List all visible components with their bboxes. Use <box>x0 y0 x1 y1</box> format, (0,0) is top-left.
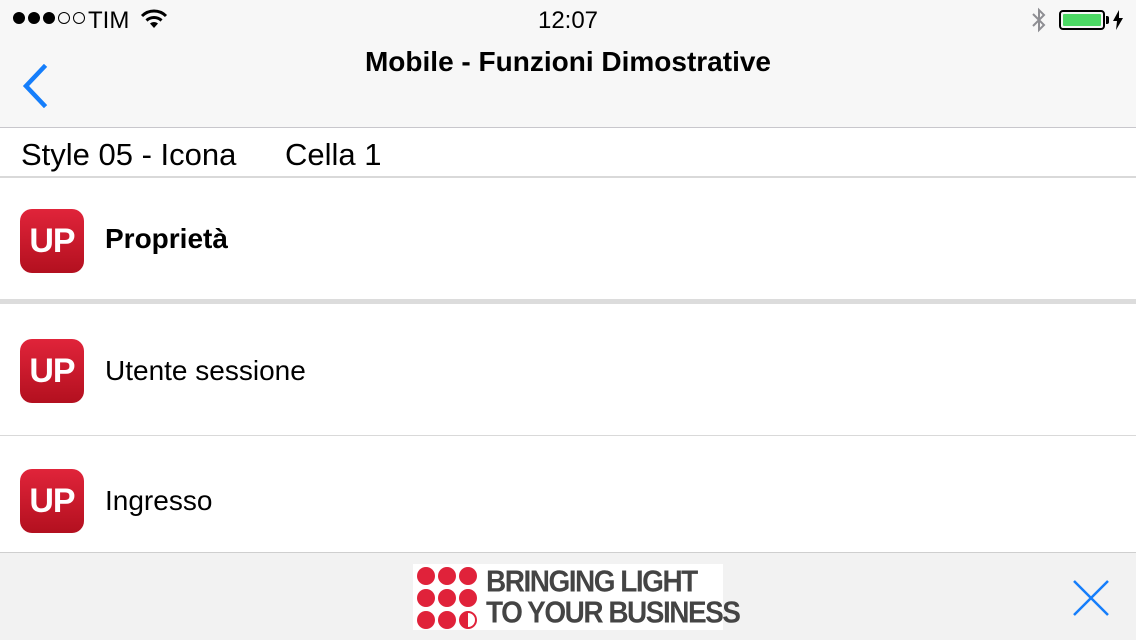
battery-tip <box>1106 16 1109 24</box>
section-header: Style 05 - Icona Cella 1 <box>0 128 1136 178</box>
close-x-icon <box>1073 580 1109 616</box>
ad-text-line-2: TO YOUR BUSINESS <box>486 595 741 630</box>
ad-text-line-1: BRINGING LIGHT <box>486 564 698 599</box>
clock: 12:07 <box>537 7 599 34</box>
list-item-label: Ingresso <box>105 485 213 516</box>
charging-bolt-icon <box>1112 10 1124 35</box>
list-item-label: Utente sessione <box>105 355 306 386</box>
section-subtitle: Cella 1 <box>285 137 382 172</box>
list-item-ingresso[interactable]: UP Ingresso <box>0 436 1136 552</box>
battery-icon <box>1059 10 1105 30</box>
ad-logo-dots-icon <box>417 567 477 629</box>
up-app-icon: UP <box>20 209 84 273</box>
section-title: Style 05 - Icona <box>21 137 237 172</box>
list-item-proprieta[interactable]: UP Proprietà <box>0 178 1136 304</box>
battery-level-fill <box>1063 14 1101 26</box>
ad-banner[interactable]: BRINGING LIGHT TO YOUR BUSINESS <box>413 564 741 630</box>
list-item-label: Proprietà <box>105 223 228 254</box>
list-item-utente-sessione[interactable]: UP Utente sessione <box>0 306 1136 436</box>
page-title: Mobile - Funzioni Dimostrative <box>364 46 771 77</box>
up-app-icon: UP <box>20 339 84 403</box>
up-app-icon: UP <box>20 469 84 533</box>
bluetooth-icon <box>1030 7 1048 38</box>
close-ad-button[interactable] <box>1072 579 1110 617</box>
navigation-bar: Mobile - Funzioni Dimostrative <box>0 40 1136 128</box>
ad-bar: BRINGING LIGHT TO YOUR BUSINESS <box>0 552 1136 640</box>
status-bar: TIM 12:07 <box>0 0 1136 40</box>
